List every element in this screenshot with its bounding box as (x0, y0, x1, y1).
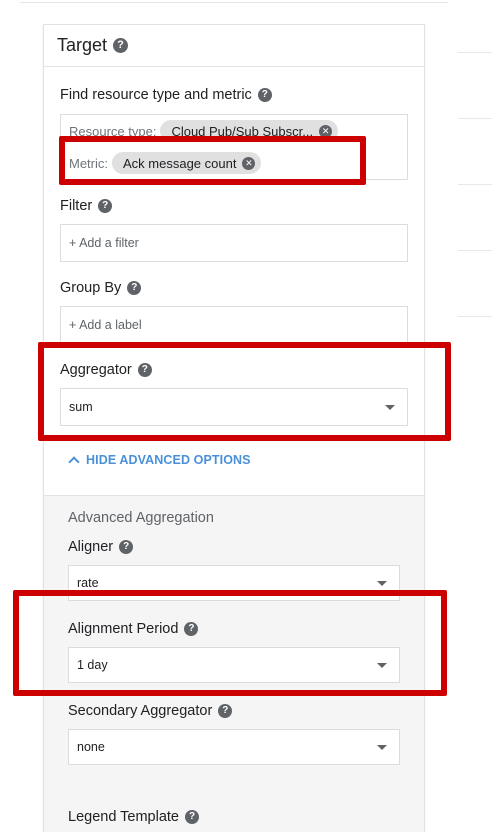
hide-advanced-options-button[interactable]: HIDE ADVANCED OPTIONS (68, 453, 251, 468)
group-by-input[interactable]: + Add a label (60, 306, 408, 344)
help-icon[interactable]: ? (127, 281, 142, 295)
help-icon[interactable]: ? (119, 540, 134, 554)
highlight-box-alignment-period (13, 590, 447, 696)
help-icon[interactable]: ? (113, 38, 129, 53)
panel-title: Target (57, 35, 108, 55)
dropdown-arrow-icon (377, 581, 387, 586)
group-by-section: Group By ? (60, 280, 408, 296)
panel-header: Target ? (44, 25, 424, 67)
filter-input[interactable]: + Add a filter (60, 224, 408, 262)
dropdown-arrow-icon (377, 745, 387, 750)
background-divider (458, 118, 492, 119)
top-divider (20, 0, 448, 3)
help-icon[interactable]: ? (257, 88, 272, 102)
group-by-placeholder: + Add a label (69, 318, 142, 332)
filter-section: Filter ? (60, 198, 408, 214)
aligner-label: Aligner (68, 539, 114, 555)
help-icon[interactable]: ? (185, 810, 199, 824)
background-divider (458, 52, 492, 53)
find-resource-label: Find resource type and metric (60, 87, 252, 103)
group-by-label: Group By (60, 280, 122, 296)
help-icon[interactable]: ? (218, 704, 233, 718)
filter-label: Filter (60, 198, 93, 214)
secondary-aggregator-value: none (77, 740, 105, 754)
background-divider (458, 184, 492, 185)
background-divider (458, 250, 492, 251)
help-icon[interactable]: ? (98, 199, 113, 213)
highlight-box-metric (59, 136, 366, 185)
find-resource-section: Find resource type and metric ? (60, 87, 408, 103)
hide-advanced-options-label: HIDE ADVANCED OPTIONS (86, 453, 251, 467)
legend-template-label: Legend Template (68, 809, 179, 825)
filter-placeholder: + Add a filter (69, 236, 139, 250)
secondary-aggregator-label: Secondary Aggregator (68, 703, 213, 719)
background-divider (458, 316, 492, 317)
highlight-box-aggregator (38, 342, 451, 441)
advanced-aggregation-title: Advanced Aggregation (68, 510, 214, 526)
chevron-up-icon (68, 456, 80, 468)
secondary-aggregator-select[interactable]: none (68, 729, 400, 765)
